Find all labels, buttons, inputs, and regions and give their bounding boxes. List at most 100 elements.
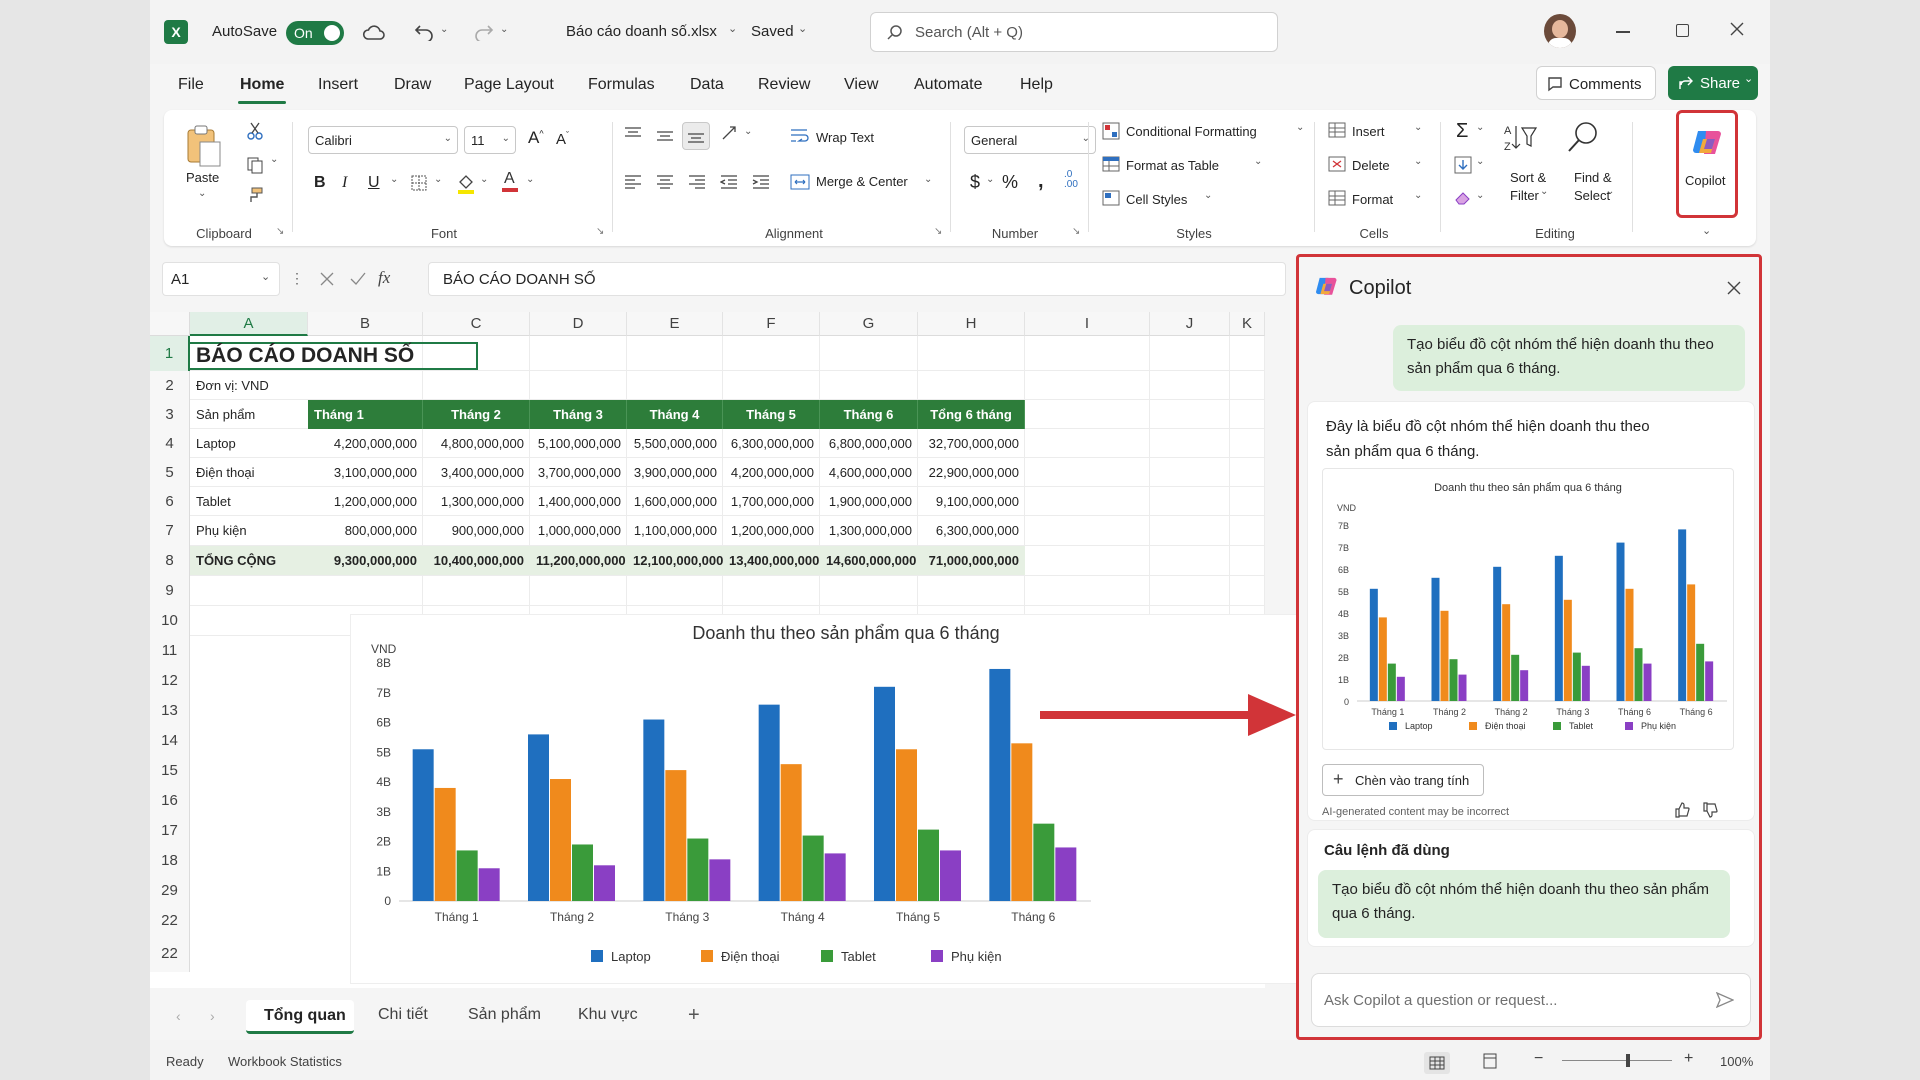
conditional-formatting-chevron-icon[interactable]: ⌄: [1296, 122, 1304, 133]
row-header-7[interactable]: 7: [150, 516, 190, 546]
table-cell[interactable]: 1,200,000,000: [308, 487, 423, 516]
copilot-chart-preview[interactable]: Doanh thu theo sản phẩm qua 6 tháng VND 0 1…: [1322, 468, 1734, 750]
customize-toolbar-icon[interactable]: ⌄: [500, 24, 508, 35]
menu-file[interactable]: File: [178, 76, 204, 94]
undo-icon[interactable]: [412, 20, 436, 44]
share-button[interactable]: Share ⌄: [1668, 66, 1758, 100]
menu-data[interactable]: Data: [690, 76, 724, 94]
menu-automate[interactable]: Automate: [914, 76, 982, 94]
menu-insert[interactable]: Insert: [318, 76, 358, 94]
workbook-statistics[interactable]: Workbook Statistics: [228, 1054, 342, 1069]
file-name-chevron-icon[interactable]: ⌄: [728, 22, 737, 35]
menu-help[interactable]: Help: [1020, 76, 1053, 94]
total-row-cell[interactable]: 9,300,000,000: [308, 546, 423, 575]
merge-center-chevron-icon[interactable]: ⌄: [924, 174, 932, 185]
normal-view-icon[interactable]: [1424, 1052, 1450, 1074]
increase-decimal-icon[interactable]: .0.00: [1064, 170, 1078, 190]
cell-styles-icon[interactable]: [1102, 190, 1120, 206]
column-header-g[interactable]: G: [820, 312, 918, 336]
table-cell[interactable]: 4,200,000,000: [308, 429, 423, 458]
zoom-slider[interactable]: [1562, 1060, 1672, 1061]
merge-center-label[interactable]: Merge & Center: [816, 174, 908, 189]
table-header-cell[interactable]: Tháng 1: [308, 400, 423, 429]
menu-formulas[interactable]: Formulas: [588, 76, 655, 94]
autosave-toggle[interactable]: On: [286, 21, 344, 45]
table-header-cell[interactable]: Tháng 5: [723, 400, 820, 429]
sort-filter-chevron-icon[interactable]: ⌄: [1540, 186, 1548, 197]
paste-icon[interactable]: [184, 124, 224, 167]
row-header-3[interactable]: 3: [150, 400, 190, 429]
total-row-cell[interactable]: 14,600,000,000: [820, 546, 918, 575]
row-header-11[interactable]: 11: [150, 636, 190, 666]
row-header-14[interactable]: 14: [150, 726, 190, 756]
autosum-icon[interactable]: Σ: [1456, 120, 1468, 143]
borders-chevron-icon[interactable]: ⌄: [434, 174, 442, 185]
comments-button[interactable]: Comments: [1536, 66, 1656, 100]
format-as-table-icon[interactable]: [1102, 156, 1120, 172]
format-painter-icon[interactable]: [244, 184, 266, 206]
increase-indent-icon[interactable]: [752, 174, 770, 190]
row-header-19[interactable]: 29: [150, 876, 190, 906]
cell-styles-label[interactable]: Cell Styles: [1126, 192, 1187, 207]
thumbs-up-icon[interactable]: [1674, 802, 1690, 818]
font-size-dropdown[interactable]: 11 ⌄: [464, 126, 516, 154]
row-header-6[interactable]: 6: [150, 487, 190, 516]
copy-chevron-icon[interactable]: ⌄: [270, 154, 278, 165]
orientation-chevron-icon[interactable]: ⌄: [744, 126, 752, 137]
add-sheet-icon[interactable]: +: [688, 1004, 700, 1027]
row-header-5[interactable]: 5: [150, 458, 190, 487]
table-cell[interactable]: 1,700,000,000: [723, 487, 820, 516]
sort-filter-icon[interactable]: AZ: [1502, 122, 1538, 154]
row-header-21[interactable]: 22: [150, 936, 190, 972]
row-header-20[interactable]: 22: [150, 906, 190, 936]
column-header-i[interactable]: I: [1025, 312, 1150, 336]
format-as-table-chevron-icon[interactable]: ⌄: [1254, 156, 1262, 167]
currency-icon[interactable]: $: [970, 172, 980, 193]
row-header-15[interactable]: 15: [150, 756, 190, 786]
row-header-1[interactable]: 1: [150, 336, 190, 371]
table-cell[interactable]: 4,800,000,000: [423, 429, 530, 458]
align-top-icon[interactable]: [624, 126, 642, 142]
prev-sheet-icon[interactable]: ‹: [176, 1008, 181, 1024]
used-prompt-chip[interactable]: Tạo biểu đồ cột nhóm thể hiện doanh thu …: [1318, 870, 1730, 938]
number-launcher-icon[interactable]: ↘: [1072, 226, 1080, 237]
cancel-entry-icon[interactable]: [320, 272, 334, 286]
sheet-chart[interactable]: Doanh thu theo sản phẩm qua 6 tháng VND 0 1…: [350, 614, 1300, 984]
select-all-corner[interactable]: [150, 312, 190, 336]
sort-filter-label-2[interactable]: Filter: [1510, 188, 1539, 203]
font-launcher-icon[interactable]: ↘: [596, 226, 604, 237]
ribbon-collapse-chevron-icon[interactable]: ⌄: [1702, 224, 1711, 237]
format-cells-chevron-icon[interactable]: ⌄: [1414, 190, 1422, 201]
column-header-c[interactable]: C: [423, 312, 530, 336]
sheet-tab-khu-vuc[interactable]: Khu vực: [578, 1006, 638, 1024]
menu-draw[interactable]: Draw: [394, 76, 431, 94]
delete-cells-chevron-icon[interactable]: ⌄: [1414, 156, 1422, 167]
wrap-text-label[interactable]: Wrap Text: [816, 130, 874, 145]
font-name-dropdown[interactable]: Calibri ⌄: [308, 126, 458, 154]
table-cell[interactable]: Điện thoại: [190, 458, 308, 487]
wrap-text-icon[interactable]: [790, 128, 810, 144]
total-row-cell[interactable]: 71,000,000,000: [918, 546, 1025, 575]
row-header-12[interactable]: 12: [150, 666, 190, 696]
sheet-tab-san-pham[interactable]: Sản phẩm: [468, 1006, 541, 1024]
table-header-cell[interactable]: Tổng 6 tháng: [918, 400, 1025, 429]
find-select-icon[interactable]: [1566, 120, 1600, 154]
table-cell[interactable]: 6,300,000,000: [918, 516, 1025, 545]
align-left-icon[interactable]: [624, 174, 642, 190]
number-format-dropdown[interactable]: General ⌄: [964, 126, 1096, 154]
format-cells-icon[interactable]: [1328, 190, 1346, 206]
comma-style-icon[interactable]: ,: [1038, 170, 1044, 193]
unit-label[interactable]: Đơn vị: VND: [190, 371, 275, 400]
format-cells-label[interactable]: Format: [1352, 192, 1393, 207]
row-header-8[interactable]: 8: [150, 546, 190, 576]
table-cell[interactable]: 1,100,000,000: [627, 516, 723, 545]
decrease-font-size-icon[interactable]: Aˇ: [556, 130, 569, 148]
italic-icon[interactable]: I: [342, 174, 347, 192]
underline-icon[interactable]: U: [368, 174, 380, 192]
sheet-tab-chi-tiet[interactable]: Chi tiết: [378, 1006, 428, 1024]
align-right-icon[interactable]: [688, 174, 706, 190]
increase-font-size-icon[interactable]: A^: [528, 128, 544, 148]
name-box[interactable]: A1 ⌄: [162, 262, 280, 296]
table-cell[interactable]: 1,600,000,000: [627, 487, 723, 516]
table-cell[interactable]: 22,900,000,000: [918, 458, 1025, 487]
